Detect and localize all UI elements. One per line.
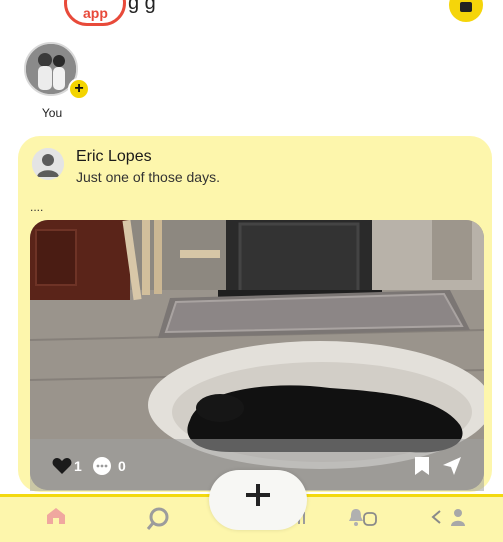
create-post-button[interactable] — [209, 470, 307, 530]
bookmark-icon[interactable] — [414, 456, 430, 476]
story-label: You — [41, 106, 63, 120]
send-icon[interactable] — [442, 456, 462, 476]
system-home-icon[interactable] — [362, 511, 378, 527]
home-icon[interactable] — [46, 507, 66, 525]
header-title: g g — [128, 0, 156, 14]
story-you[interactable]: + You — [24, 42, 90, 120]
post-caption: Just one of those days. — [76, 169, 220, 185]
top-bar: app g g — [0, 0, 503, 30]
post-author-name[interactable]: Eric Lopes — [76, 148, 152, 166]
post-card: Eric Lopes Just one of those days. .... — [18, 136, 492, 492]
app-logo[interactable]: app — [64, 0, 126, 26]
like-count: 1 — [74, 458, 82, 474]
camera-button[interactable] — [449, 0, 483, 22]
search-icon[interactable] — [146, 507, 170, 531]
add-story-button[interactable]: + — [68, 78, 90, 100]
system-back-icon[interactable] — [430, 509, 442, 525]
camera-icon — [460, 2, 472, 12]
stories-row: + You — [0, 40, 503, 125]
heart-icon[interactable] — [52, 457, 72, 475]
profile-icon[interactable] — [450, 507, 466, 527]
comment-icon[interactable] — [92, 456, 112, 476]
plus-icon-bar — [246, 493, 270, 497]
app-logo-text: app — [83, 5, 108, 21]
user-icon — [32, 148, 64, 180]
comment-count: 0 — [118, 458, 126, 474]
more-indicator[interactable]: .... — [30, 200, 43, 214]
avatar[interactable] — [32, 148, 64, 180]
